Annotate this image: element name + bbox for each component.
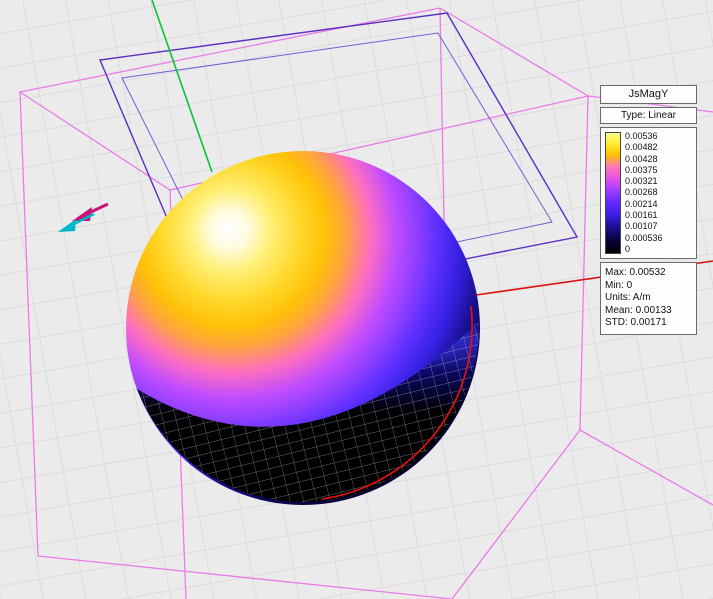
y-axis-line (152, 0, 212, 172)
colorbar-gradient (605, 132, 621, 254)
render-viewport[interactable]: JsMagY Type: Linear 0.00536 0.00482 0.00… (0, 0, 713, 599)
stat-max: Max: 0.00532 (605, 267, 692, 280)
tick-label: 0.00375 (625, 166, 663, 175)
stat-std: STD: 0.00171 (605, 317, 692, 330)
tick-label: 0 (625, 245, 663, 254)
legend-stats-box: Max: 0.00532 Min: 0 Units: A/m Mean: 0.0… (600, 262, 697, 335)
tick-label: 0.00536 (625, 132, 663, 141)
colorbar-tick-labels: 0.00536 0.00482 0.00428 0.00375 0.00321 … (625, 132, 663, 254)
legend-colorbar-box: 0.00536 0.00482 0.00428 0.00375 0.00321 … (600, 127, 697, 259)
legend-panel[interactable]: JsMagY Type: Linear 0.00536 0.00482 0.00… (600, 85, 697, 335)
tick-label: 0.00107 (625, 222, 663, 231)
tick-label: 0.00214 (625, 200, 663, 209)
tick-label: 0.00268 (625, 188, 663, 197)
legend-title: JsMagY (600, 85, 697, 104)
stat-units: Units: A/m (605, 292, 692, 305)
excitation-arrow (58, 204, 108, 232)
tick-label: 0.00482 (625, 143, 663, 152)
legend-scale-type: Type: Linear (600, 107, 697, 124)
stat-min: Min: 0 (605, 280, 692, 293)
stat-mean: Mean: 0.00133 (605, 305, 692, 318)
tick-label: 0.00428 (625, 155, 663, 164)
tick-label: 0.00321 (625, 177, 663, 186)
tick-label: 0.00161 (625, 211, 663, 220)
tick-label: 0.000536 (625, 234, 663, 243)
